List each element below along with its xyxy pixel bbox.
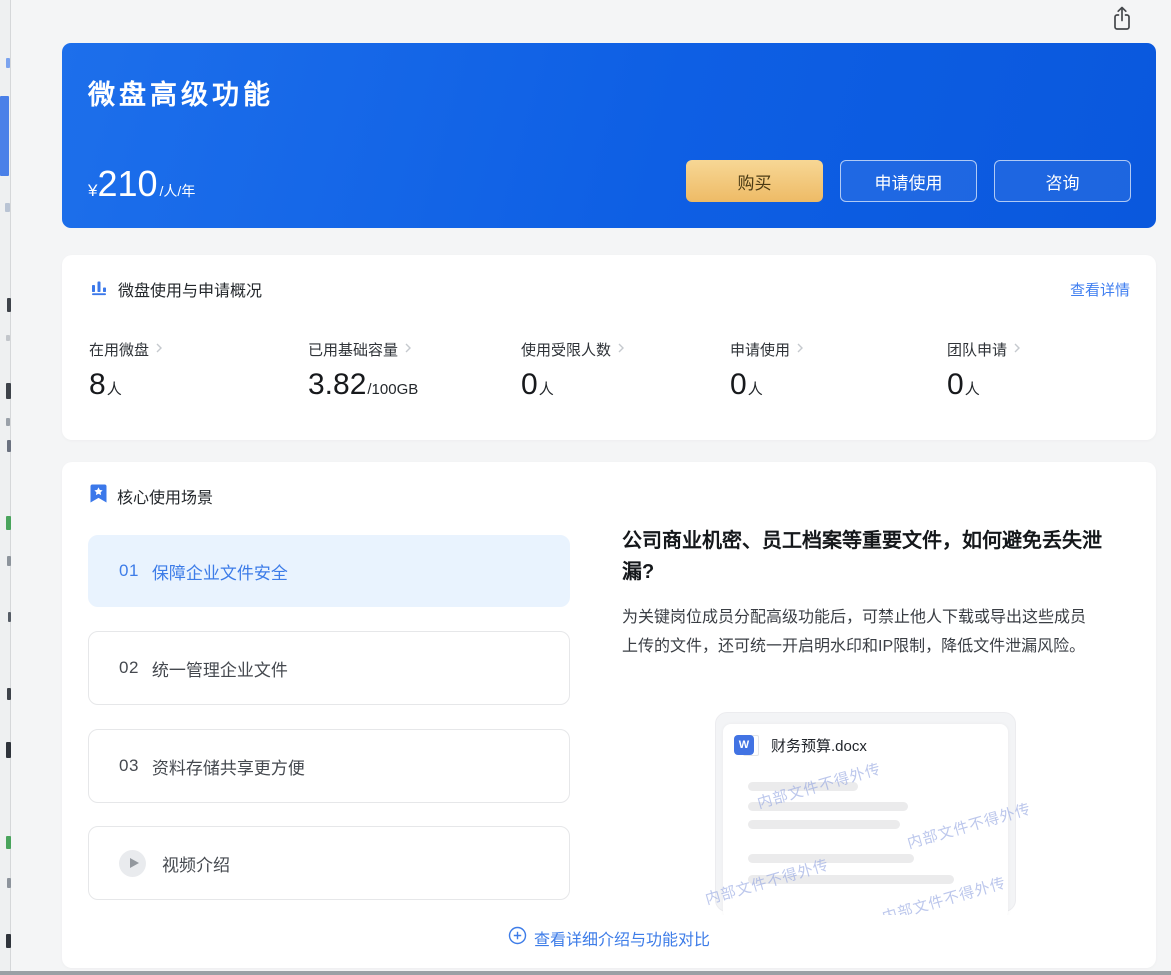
premium-banner: 微盘高级功能 ¥ 210 /人/年 购买 申请使用 咨询: [62, 43, 1156, 228]
banner-actions: 购买 申请使用 咨询: [686, 160, 1131, 202]
background-window-edge: [0, 0, 11, 975]
bar-chart-icon: [90, 278, 108, 301]
price-unit: /人/年: [159, 183, 196, 199]
video-intro-item[interactable]: 视频介绍: [88, 826, 570, 900]
scenario-item-1[interactable]: 01 保障企业文件安全: [88, 535, 570, 607]
compare-features-label: 查看详细介绍与功能对比: [533, 932, 710, 949]
scenario-number: 02: [119, 658, 139, 677]
stat-active-drives[interactable]: 在用微盘 8 人: [89, 339, 163, 400]
stat-label: 已用基础容量: [308, 342, 399, 359]
share-button[interactable]: [1104, 4, 1140, 36]
stat-suffix: 人: [964, 381, 980, 398]
window-fragment: [6, 934, 11, 948]
share-export-icon: [1110, 5, 1134, 35]
window-fragment: [5, 203, 10, 212]
window-fragment: [0, 96, 9, 176]
window-fragment: [6, 418, 10, 426]
stat-suffix: 人: [538, 381, 554, 398]
stat-team-apply[interactable]: 团队申请 0 人: [947, 339, 1021, 400]
window-fragment: [7, 440, 11, 452]
window-fragment: [6, 58, 10, 68]
scenario-item-2[interactable]: 02 统一管理企业文件: [88, 631, 570, 705]
stat-suffix: 人: [747, 381, 763, 398]
scenario-detail-heading: 公司商业机密、员工档案等重要文件，如何避免丢失泄漏?: [622, 530, 1102, 583]
scenario-label: 保障企业文件安全: [151, 563, 288, 583]
chevron-right-icon: [404, 341, 412, 358]
chevron-right-icon: [1013, 341, 1021, 358]
window-fragment: [6, 516, 11, 530]
scenario-item-3[interactable]: 03 资料存储共享更方便: [88, 729, 570, 803]
video-intro-label: 视频介绍: [162, 855, 230, 875]
stat-value: 3.82: [308, 368, 367, 401]
window-fragment: [8, 612, 11, 622]
core-scenarios-card: 核心使用场景 01 保障企业文件安全 02 统一管理企业文件 03 资料存储共享…: [62, 462, 1156, 968]
scenario-detail-body: 为关键岗位成员分配高级功能后，可禁止他人下载或导出这些成员上传的文件，还可统一开…: [622, 609, 1087, 655]
stat-value: 0: [521, 368, 538, 401]
window-fragment: [6, 383, 11, 399]
price-currency: ¥: [88, 181, 98, 200]
play-icon: [119, 849, 146, 877]
consult-button[interactable]: 咨询: [994, 160, 1131, 202]
window-fragment: [7, 556, 11, 566]
price-value: 210: [97, 163, 158, 204]
page-title: 微盘高级功能: [88, 80, 274, 110]
circle-plus-icon: [508, 926, 527, 950]
window-fragment: [7, 878, 11, 888]
scenario-label: 资料存储共享更方便: [151, 758, 305, 778]
window-fragment: [6, 335, 10, 341]
stat-used-capacity[interactable]: 已用基础容量 3.82 /100GB: [308, 339, 418, 400]
stat-label: 团队申请: [947, 342, 1008, 359]
scenario-label: 统一管理企业文件: [151, 660, 288, 680]
scenario-number: 03: [119, 756, 139, 775]
chevron-right-icon: [617, 341, 625, 358]
scenarios-card-title: 核心使用场景: [117, 490, 214, 507]
text-line-placeholder: [748, 820, 900, 829]
usage-card-title: 微盘使用与申请概况: [118, 283, 263, 300]
apply-button[interactable]: 申请使用: [840, 160, 977, 202]
scenario-number: 01: [119, 561, 139, 580]
stat-value: 8: [89, 368, 106, 401]
chevron-right-icon: [796, 341, 804, 358]
window-fragment: [7, 688, 11, 700]
stat-value: 0: [730, 368, 747, 401]
chevron-right-icon: [155, 341, 163, 358]
window-fragment: [6, 836, 11, 849]
document-filename: 财务预算.docx: [771, 738, 867, 755]
text-line-placeholder: [748, 854, 914, 863]
window-fragment: [6, 742, 11, 758]
bookmark-star-icon: [90, 484, 107, 508]
window-bottom-edge: [0, 971, 1171, 975]
word-document-icon: W: [734, 734, 761, 757]
stat-restricted-users[interactable]: 使用受限人数 0 人: [521, 339, 625, 400]
usage-overview-card: 微盘使用与申请概况 查看详情 在用微盘 8 人 已用基础容量 3.82 /100…: [62, 255, 1156, 440]
stat-label: 在用微盘: [89, 342, 150, 359]
view-details-link[interactable]: 查看详情: [1070, 279, 1130, 300]
stat-suffix: 人: [106, 381, 122, 398]
scenarios-card-header: 核心使用场景: [90, 484, 213, 508]
buy-button[interactable]: 购买: [686, 160, 823, 202]
compare-features-link[interactable]: 查看详细介绍与功能对比: [62, 926, 1156, 950]
stat-value: 0: [947, 368, 964, 401]
price: ¥ 210 /人/年: [88, 166, 195, 202]
document-preview: W 财务预算.docx 内部文件不得外传 内部文件不得外传 内部文件不得外传 内…: [690, 705, 1055, 915]
usage-card-header: 微盘使用与申请概况: [90, 277, 262, 301]
wedrive-premium-page: 微盘高级功能 ¥ 210 /人/年 购买 申请使用 咨询 微盘使用与申请概况 查…: [0, 0, 1171, 975]
stat-suffix: /100GB: [367, 381, 419, 398]
stat-label: 申请使用: [730, 342, 791, 359]
stat-apply-usage[interactable]: 申请使用 0 人: [730, 339, 804, 400]
stat-label: 使用受限人数: [521, 342, 612, 359]
window-fragment: [7, 298, 11, 312]
